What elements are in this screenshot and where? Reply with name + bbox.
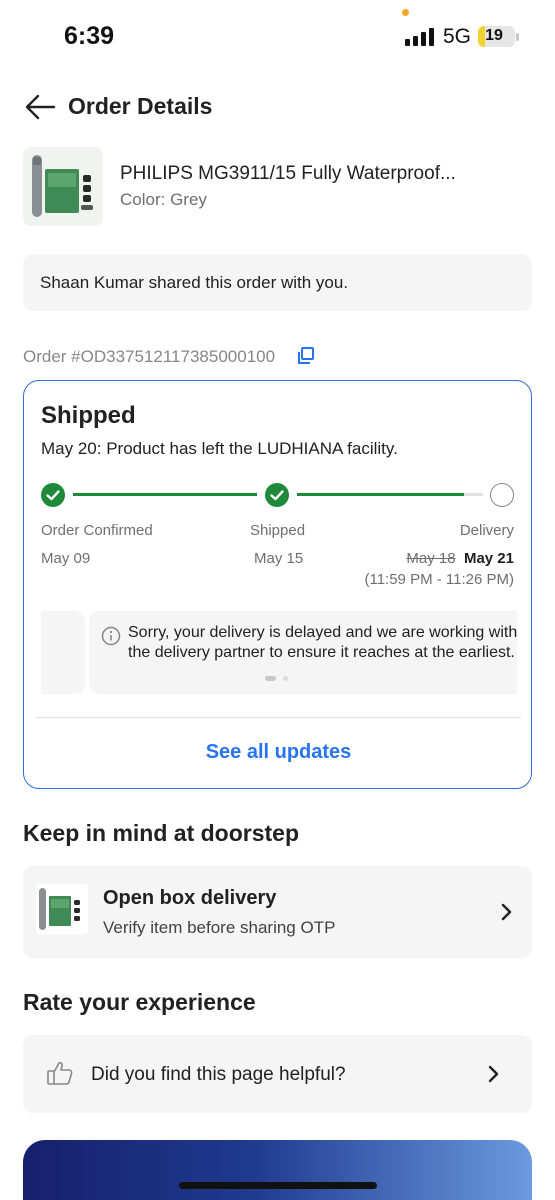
- network-type: 5G: [443, 25, 472, 48]
- carousel-dot-active: [265, 676, 276, 681]
- battery-cap: [516, 33, 519, 41]
- original-delivery-date: May 18: [406, 550, 456, 567]
- step-label-delivery: Delivery: [459, 522, 514, 539]
- shared-order-notice: Shaan Kumar shared this order with you.: [23, 254, 532, 311]
- shipment-status: Shipped: [41, 402, 136, 429]
- open-box-delivery-card[interactable]: Open box delivery Verify item before sha…: [23, 866, 532, 958]
- delay-alert-text: Sorry, your delivery is delayed and we a…: [128, 624, 517, 661]
- chevron-right-icon: [488, 1065, 499, 1083]
- step-date-order-confirmed: May 09: [41, 550, 91, 567]
- product-thumbnail: [36, 884, 88, 934]
- back-arrow-icon[interactable]: [24, 92, 56, 122]
- step-date-delivery: May 18 May 21: [406, 550, 514, 567]
- trimmer-kit-image: [32, 155, 93, 217]
- carousel-dot: [283, 676, 288, 681]
- shipment-latest-update: May 20: Product has left the LUDHIANA fa…: [41, 439, 398, 458]
- see-all-updates-button[interactable]: See all updates: [24, 741, 531, 764]
- order-confirmed-check-icon: [41, 483, 65, 507]
- app-header: Order Details: [0, 80, 555, 136]
- previous-alert-card[interactable]: [41, 611, 85, 694]
- shared-order-text: Shaan Kumar shared this order with you.: [40, 273, 349, 292]
- delivery-pending-circle-icon: [490, 483, 514, 507]
- progress-line-shipped-to-delivery: [297, 493, 464, 496]
- step-label-shipped: Shipped: [250, 522, 306, 539]
- thumbs-up-icon: [47, 1061, 73, 1085]
- step-date-shipped: May 15: [254, 550, 304, 567]
- doorstep-section-title: Keep in mind at doorstep: [23, 820, 300, 846]
- battery-icon: 19: [478, 26, 515, 47]
- copy-icon[interactable]: [296, 346, 316, 366]
- privacy-indicator-dot: [402, 9, 409, 16]
- battery-percent: 19: [485, 27, 503, 44]
- step-label-order-confirmed: Order Confirmed: [41, 522, 153, 539]
- card-divider: [36, 717, 521, 718]
- revised-delivery-date: May 21: [463, 550, 514, 567]
- home-indicator[interactable]: [179, 1182, 377, 1189]
- chevron-right-icon: [501, 903, 512, 921]
- info-icon: [101, 626, 121, 646]
- product-name[interactable]: PHILIPS MG3911/15 Fully Waterproof...: [120, 163, 540, 185]
- open-box-delivery-subtitle: Verify item before sharing OTP: [103, 918, 336, 937]
- open-box-delivery-title: Open box delivery: [103, 887, 277, 909]
- product-color: Color: Grey: [120, 190, 207, 209]
- trimmer-kit-image: [39, 888, 80, 930]
- product-image[interactable]: [23, 147, 103, 226]
- cellular-signal-icon: [405, 28, 435, 46]
- shipment-tracking-card: Shipped May 20: Product has left the LUD…: [23, 380, 532, 789]
- delivery-time-window: (11:59 PM - 11:26 PM): [364, 571, 514, 588]
- page-helpful-question: Did you find this page helpful?: [91, 1064, 346, 1085]
- page-helpful-feedback-card[interactable]: Did you find this page helpful?: [23, 1035, 532, 1113]
- order-id: Order #OD337512117385000100: [23, 347, 276, 366]
- rate-section-title: Rate your experience: [23, 989, 256, 1015]
- promo-banner[interactable]: [23, 1140, 532, 1200]
- status-time: 6:39: [64, 22, 115, 50]
- shipped-check-icon: [265, 483, 289, 507]
- page-title: Order Details: [68, 93, 213, 119]
- status-bar: 6:39 5G 19: [0, 0, 555, 70]
- progress-line-confirmed-to-shipped: [73, 493, 257, 496]
- delay-alert-card[interactable]: Sorry, your delivery is delayed and we a…: [89, 611, 517, 694]
